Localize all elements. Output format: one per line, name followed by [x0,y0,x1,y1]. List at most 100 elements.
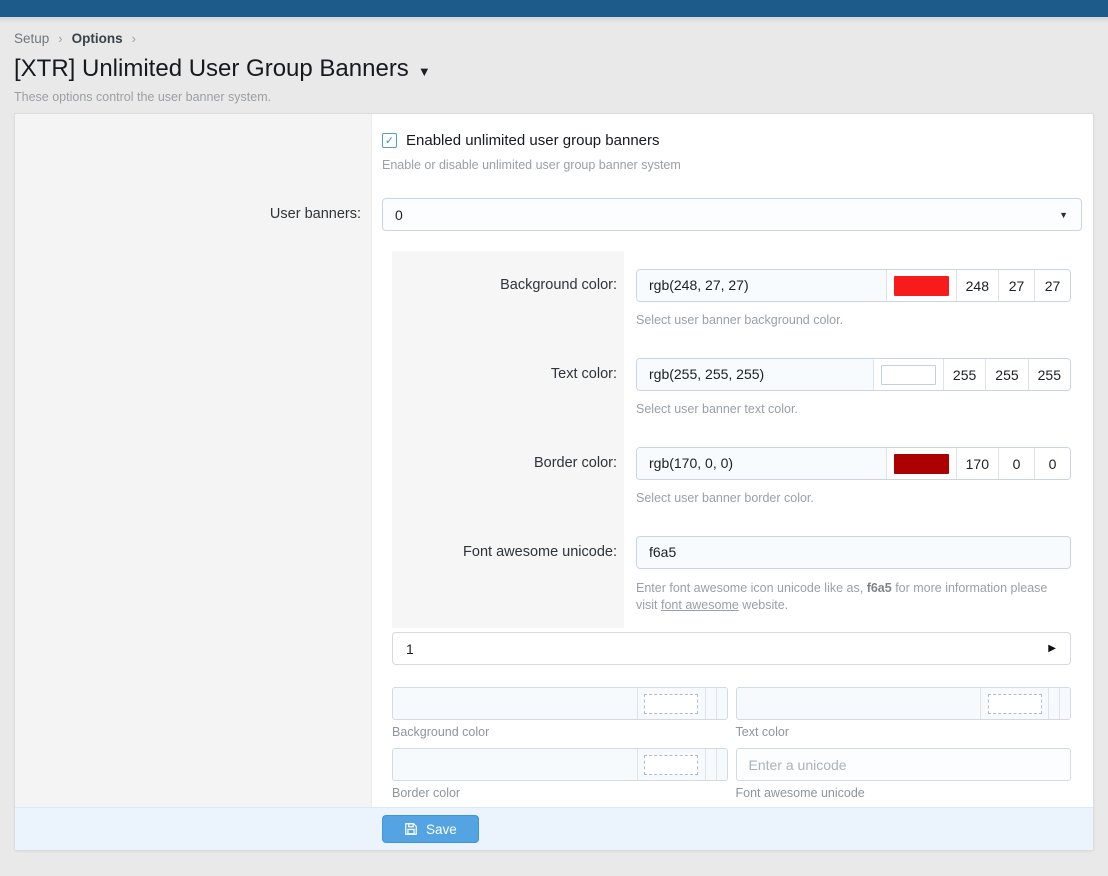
admin-top-bar [0,0,1108,17]
page-title-text: [XTR] Unlimited User Group Banners [14,55,409,83]
background-color-b-value[interactable]: 27 [1034,270,1070,301]
new-background-color-swatch [644,694,698,714]
title-dropdown-icon[interactable]: ▼ [418,60,431,79]
enabled-description: Enable or disable unlimited user group b… [382,158,1082,172]
new-background-color-cell[interactable] [716,688,727,719]
collapsed-section-label: 1 [393,641,1048,657]
background-color-picker: rgb(248, 27, 27) 248 27 27 [636,269,1071,302]
page-title: [XTR] Unlimited User Group Banners ▼ [14,55,1094,83]
breadcrumb: Setup › Options › [14,31,1094,46]
text-color-b-value[interactable]: 255 [1028,359,1070,390]
background-color-g-value[interactable]: 27 [998,270,1034,301]
font-awesome-link[interactable]: font awesome [661,598,739,612]
background-color-label: Background color: [392,269,624,302]
enabled-label-spacer [15,132,372,172]
option-row-enabled: ✓ Enabled unlimited user group banners E… [15,114,1093,172]
new-background-color-cell[interactable] [705,688,716,719]
collapsed-banner-section[interactable]: 1 ▶ [392,632,1071,665]
font-awesome-description: Enter font awesome icon unicode like as,… [624,580,1071,614]
new-text-color-swatch [988,694,1042,714]
new-text-color-input[interactable] [737,688,981,719]
border-color-picker: rgb(170, 0, 0) 170 0 0 [636,447,1071,480]
options-panel: ✓ Enabled unlimited user group banners E… [14,113,1094,851]
new-border-color-cell[interactable] [705,749,716,780]
option-row-user-banners: User banners: 0 ▼ [15,198,1093,231]
chevron-right-icon: ▶ [1048,643,1070,654]
background-color-value-input[interactable]: rgb(248, 27, 27) [637,270,886,301]
save-button[interactable]: Save [382,815,479,843]
new-border-color-swatch-cell[interactable] [637,749,705,780]
new-border-color-label: Border color [392,786,728,800]
new-background-color-swatch-cell[interactable] [637,688,705,719]
text-color-value-input[interactable]: rgb(255, 255, 255) [637,359,873,390]
new-text-color-field: Text color [736,687,1072,739]
banner0-background-color-row: Background color: rgb(248, 27, 27) 248 2… [392,251,1071,302]
banner0-border-color-row: Border color: rgb(170, 0, 0) 170 0 0 [392,447,1071,480]
new-background-color-label: Background color [392,725,728,739]
banner0-font-awesome-row: Font awesome unicode: f6a5 [392,536,1071,569]
border-color-description-row: Select user banner border color. [392,491,1071,508]
chevron-right-icon: › [132,31,136,46]
enabled-checkbox-label[interactable]: Enabled unlimited user group banners [406,132,660,149]
border-color-b-value[interactable]: 0 [1034,448,1070,479]
form-footer: Save [15,807,1093,850]
enabled-checkbox[interactable]: ✓ [382,133,397,148]
font-awesome-unicode-input[interactable]: f6a5 [636,536,1071,569]
text-color-description: Select user banner text color. [624,402,1071,419]
chevron-down-icon: ▼ [1059,210,1081,220]
border-color-g-value[interactable]: 0 [998,448,1034,479]
unicode-example-code: f6a5 [867,581,892,595]
nested-label-column-background [392,251,624,628]
new-text-color-picker [736,687,1072,720]
background-color-description-row: Select user banner background color. [392,313,1071,330]
breadcrumb-item-setup[interactable]: Setup [14,31,49,46]
banner0-text-color-row: Text color: rgb(255, 255, 255) 255 255 2… [392,358,1071,391]
text-color-swatch-cell[interactable] [873,359,943,390]
font-awesome-label: Font awesome unicode: [392,536,624,569]
user-banners-selected-value: 0 [383,207,1059,223]
border-color-value-input[interactable]: rgb(170, 0, 0) [637,448,886,479]
new-unicode-input[interactable] [736,748,1072,781]
new-border-color-cell[interactable] [716,749,727,780]
background-color-r-value[interactable]: 248 [956,270,998,301]
border-color-swatch-cell[interactable] [886,448,956,479]
new-font-awesome-label: Font awesome unicode [736,786,1072,800]
page-header: Setup › Options › [XTR] Unlimited User G… [0,23,1108,104]
new-text-color-cell[interactable] [1048,688,1059,719]
background-color-description: Select user banner background color. [624,313,1071,330]
new-text-color-label: Text color [736,725,1072,739]
user-banners-select[interactable]: 0 ▼ [382,198,1082,231]
new-background-color-input[interactable] [393,688,637,719]
save-floppy-icon [404,822,418,836]
banner0-options: Background color: rgb(248, 27, 27) 248 2… [392,251,1071,628]
border-color-r-value[interactable]: 170 [956,448,998,479]
checkbox-check-icon: ✓ [385,134,394,147]
new-text-color-swatch-cell[interactable] [980,688,1048,719]
border-color-swatch [894,454,949,474]
border-color-label: Border color: [392,447,624,480]
banner0-block-row: Background color: rgb(248, 27, 27) 248 2… [15,231,1093,800]
text-color-r-value[interactable]: 255 [943,359,985,390]
text-color-label: Text color: [392,358,624,391]
border-color-description: Select user banner border color. [624,491,1071,508]
new-border-color-picker [392,748,728,781]
banner0-spacer [15,231,372,800]
save-button-label: Save [426,822,457,837]
new-text-color-cell[interactable] [1059,688,1070,719]
background-color-swatch [894,276,949,296]
new-background-color-field: Background color [392,687,728,739]
text-color-swatch [881,365,936,385]
new-font-awesome-field: Font awesome unicode [736,748,1072,800]
text-color-g-value[interactable]: 255 [985,359,1027,390]
new-border-color-input[interactable] [393,749,637,780]
font-awesome-description-row: Enter font awesome icon unicode like as,… [392,580,1071,614]
page-subtitle: These options control the user banner sy… [14,90,1094,104]
new-banner-form: Background color Text color [392,687,1071,800]
chevron-right-icon: › [58,31,62,46]
new-background-color-picker [392,687,728,720]
new-border-color-field: Border color [392,748,728,800]
breadcrumb-item-options[interactable]: Options [72,31,123,46]
new-border-color-swatch [644,755,698,775]
text-color-picker: rgb(255, 255, 255) 255 255 255 [636,358,1071,391]
background-color-swatch-cell[interactable] [886,270,956,301]
